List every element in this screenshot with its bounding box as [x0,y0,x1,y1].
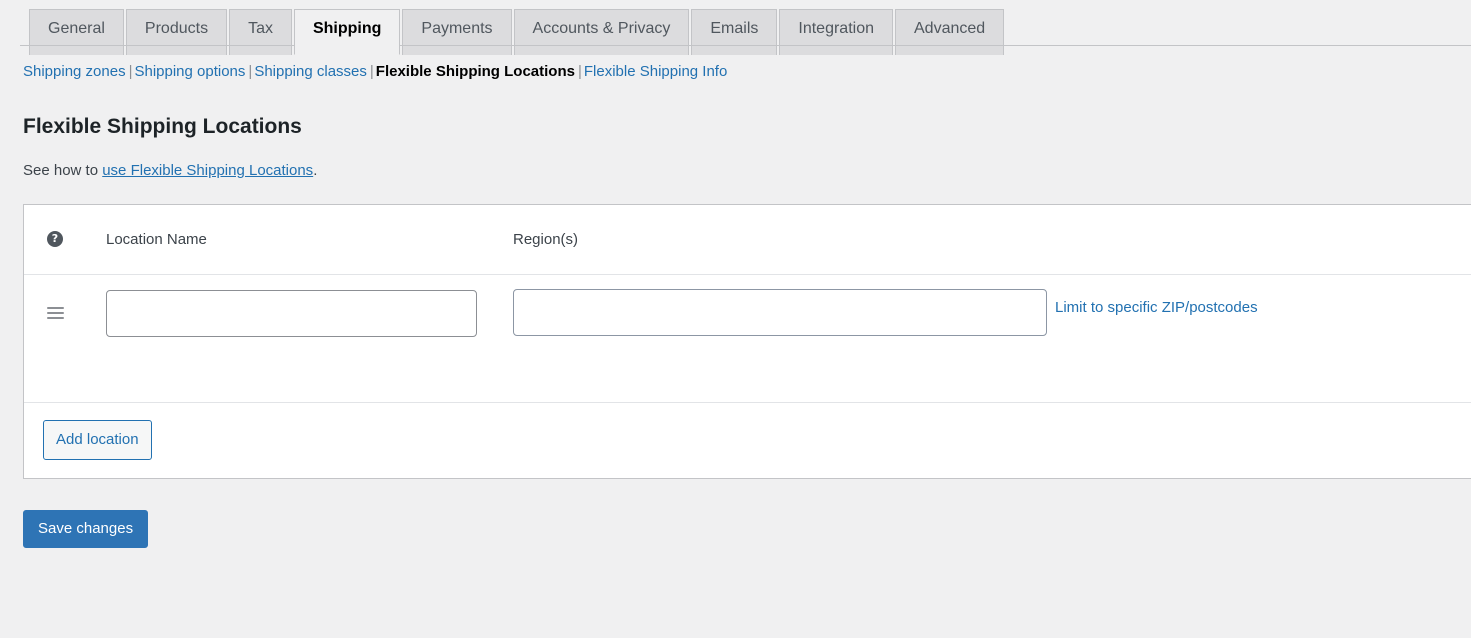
drag-handle-bar [47,316,64,319]
page-intro: See how to use Flexible Shipping Locatio… [23,160,1471,183]
locations-table-header: ? Location Name Region(s) [24,205,1471,275]
subnav-item-flexible-shipping-locations[interactable]: Flexible Shipping Locations [376,63,575,80]
page-title: Flexible Shipping Locations [23,115,302,138]
subnav-item-shipping-options[interactable]: Shipping options [134,63,245,80]
locations-table-body: Limit to specific ZIP/postcodes [24,275,1471,403]
subnav-separator: | [577,63,582,80]
drag-handle-bar [47,311,64,314]
table-header-row: ? Location Name Region(s) [24,205,1471,275]
column-header-regions: Region(s) [513,230,579,248]
tab-integration[interactable]: Integration [779,9,893,55]
header-cell-location-name: Location Name [106,231,513,248]
header-cell-regions: Region(s) [513,231,1055,248]
subnav-separator: | [369,63,374,80]
table-row: Limit to specific ZIP/postcodes [24,275,1471,403]
intro-suffix: . [313,162,318,180]
row-cell-zip: Limit to specific ZIP/postcodes [1055,275,1471,316]
tab-accounts-privacy[interactable]: Accounts & Privacy [513,9,690,55]
locations-table-footer: Add location [24,403,1471,478]
location-name-input[interactable] [106,289,477,337]
intro-prefix: See how to [23,162,103,180]
tab-tax[interactable]: Tax [229,9,292,55]
header-cell-help: ? [24,231,106,248]
save-changes-button[interactable]: Save changes [23,509,149,548]
subnav-item-shipping-classes[interactable]: Shipping classes [254,63,367,80]
subnav-item-flexible-shipping-info[interactable]: Flexible Shipping Info [584,63,727,80]
add-location-button[interactable]: Add location [43,420,152,461]
drag-handle-icon[interactable] [47,305,64,319]
row-cell-regions [513,275,1055,336]
use-flexible-shipping-locations-link[interactable]: use Flexible Shipping Locations [102,162,313,179]
column-header-location-name: Location Name [106,230,207,248]
row-cell-location-name [106,275,513,337]
row-cell-handle [24,275,106,319]
subnav-item-shipping-zones[interactable]: Shipping zones [23,63,126,80]
subnav-separator: | [248,63,253,80]
limit-to-zip-postcodes-link[interactable]: Limit to specific ZIP/postcodes [1055,299,1258,316]
tab-general[interactable]: General [29,9,124,55]
regions-select[interactable] [513,288,1047,336]
tab-emails[interactable]: Emails [691,9,778,55]
tab-shipping[interactable]: Shipping [293,9,401,55]
drag-handle-bar [47,306,64,309]
shipping-locations-card: ? Location Name Region(s) Limit to speci… [23,203,1471,479]
tab-advanced[interactable]: Advanced [895,9,1005,55]
tab-payments[interactable]: Payments [402,9,512,55]
question-mark-icon[interactable]: ? [47,231,63,248]
settings-tab-bar: General Products Tax Shipping Payments Accoun… [0,0,1471,55]
tab-products[interactable]: Products [125,9,228,55]
